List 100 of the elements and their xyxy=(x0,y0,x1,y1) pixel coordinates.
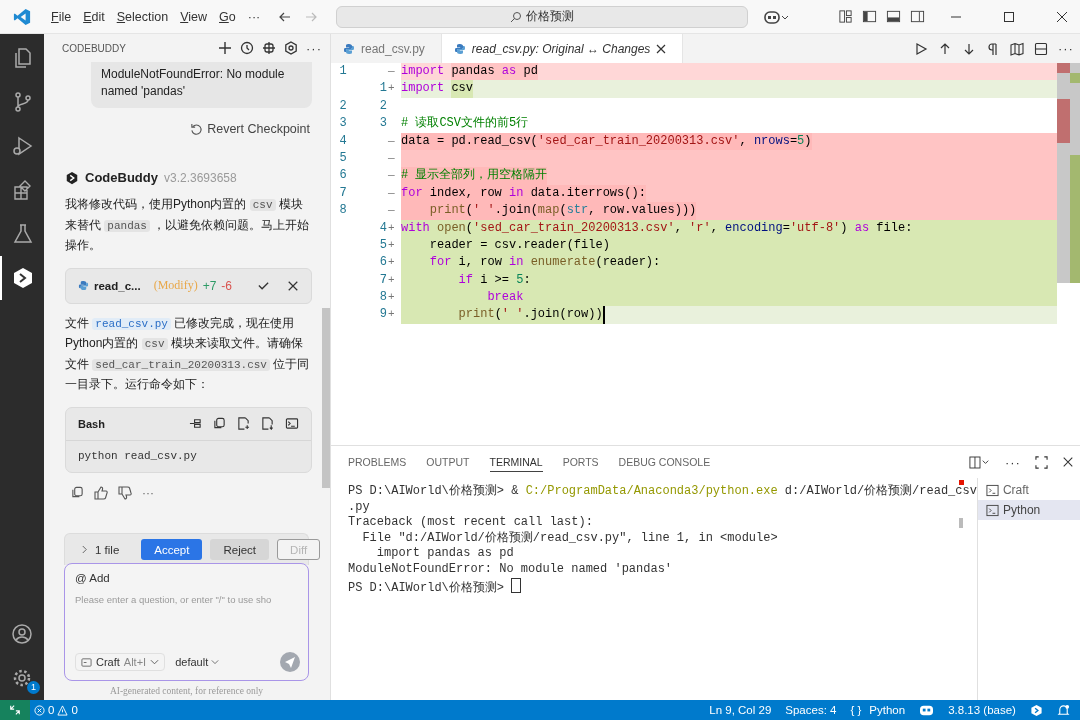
add-context-button[interactable]: @ Add xyxy=(75,572,300,584)
menu-item[interactable]: File xyxy=(45,9,78,24)
panel-tab[interactable]: TERMINAL xyxy=(489,452,543,472)
terminal-icon[interactable] xyxy=(285,417,299,430)
flask-icon xyxy=(11,222,35,246)
close-icon[interactable] xyxy=(656,43,667,54)
terminal-line: import pandas as pd xyxy=(375,546,515,562)
language-mode[interactable]: { } Python xyxy=(850,704,906,716)
terminal-line: .py xyxy=(348,499,371,516)
line-number: 5 xyxy=(339,149,347,167)
insert-icon[interactable] xyxy=(189,417,202,430)
model-dropdown[interactable]: default xyxy=(175,656,220,668)
bell-icon[interactable] xyxy=(1056,703,1070,717)
map-icon[interactable] xyxy=(1009,41,1024,56)
settings-icon[interactable] xyxy=(284,41,298,55)
copy-icon[interactable] xyxy=(71,486,84,499)
chat-input-field[interactable]: @ Add Please enter a question, or enter "/" to use sho Craft Alt+I default xyxy=(64,563,309,681)
maximize-icon[interactable] xyxy=(1002,10,1015,23)
maximize-panel-icon[interactable] xyxy=(1034,455,1048,469)
more-menu[interactable]: ··· xyxy=(241,9,267,24)
apply-file-icon[interactable] xyxy=(261,417,274,430)
sidebar-toggle-icon[interactable] xyxy=(861,9,877,24)
diff-sign: + xyxy=(388,237,395,253)
diff-sign: — xyxy=(388,168,395,184)
close-icon[interactable] xyxy=(1061,456,1074,468)
new-file-icon[interactable] xyxy=(237,417,250,430)
code-line: if i >= 5: xyxy=(457,271,531,289)
interpreter-version[interactable]: 3.8.13 (base) xyxy=(948,704,1016,716)
menu-item[interactable]: Selection xyxy=(110,9,175,24)
notification-badge: 1 xyxy=(27,681,40,694)
editor-tab[interactable]: read_csv.py: Original ↔ Changes xyxy=(441,34,684,63)
add-icon[interactable] xyxy=(218,41,232,55)
revert-checkpoint-button[interactable]: Revert Checkpoint xyxy=(65,122,310,136)
action-button[interactable]: Accept xyxy=(141,539,203,560)
split-editor-icon[interactable] xyxy=(1033,41,1048,56)
remote-button[interactable] xyxy=(0,700,30,720)
account-icon[interactable] xyxy=(10,622,34,646)
action-button[interactable]: Reject xyxy=(210,539,270,560)
run-icon[interactable] xyxy=(913,41,928,56)
line-number: 2 xyxy=(379,97,387,115)
panel-tab[interactable]: OUTPUT xyxy=(426,452,470,472)
terminal-line: Traceback (most recent call last): xyxy=(348,515,594,531)
secondary-sidebar-icon[interactable] xyxy=(909,9,925,24)
diff-sign: — xyxy=(388,185,395,201)
check-icon[interactable] xyxy=(257,279,270,292)
panel-tab[interactable]: PORTS xyxy=(562,452,599,472)
thumbs-down-icon[interactable] xyxy=(118,485,132,500)
layout-icon[interactable] xyxy=(837,9,853,24)
code-line: for index, row in data.iterrows(): xyxy=(401,184,646,203)
more-button[interactable]: ··· xyxy=(142,485,154,500)
python-file-icon xyxy=(453,42,466,55)
file-link[interactable]: read_csv.py xyxy=(92,317,171,330)
plugin-icon[interactable] xyxy=(262,41,276,55)
file-change-card[interactable]: read_c... (Modify) +7 -6 xyxy=(65,267,312,304)
more-button[interactable]: ··· xyxy=(1057,41,1074,56)
pilcrow-icon[interactable] xyxy=(985,41,1000,56)
terminal-line: PS D:\AIWorld\价格预测> & C:/ProgramData/Anaconda3/python.exe d:/AIWorld/价格预测/read_csv xyxy=(348,484,977,500)
line-number: 8 xyxy=(379,289,387,307)
mode-dropdown[interactable]: Craft Alt+I xyxy=(75,653,166,671)
indentation[interactable]: Spaces: 4 xyxy=(785,704,837,716)
menu-item[interactable]: Go xyxy=(213,9,242,24)
terminal-item[interactable]: Python xyxy=(977,500,1080,520)
problems-indicator[interactable]: 0 0 xyxy=(34,704,78,716)
files-toggle[interactable]: 1 file xyxy=(81,543,120,556)
terminal-item[interactable]: Craft xyxy=(977,480,1080,500)
panel-tab[interactable]: PROBLEMS xyxy=(348,452,407,472)
line-number: 5 xyxy=(379,236,387,254)
panel-toggle-icon[interactable] xyxy=(885,9,901,24)
terminal-line: ModuleNotFoundError: No module named 'pandas' xyxy=(348,561,674,578)
panel-tab[interactable]: DEBUG CONSOLE xyxy=(618,452,711,472)
code-line: break xyxy=(486,289,524,307)
code-line: print(' '.join(map(str, row.values))) xyxy=(401,202,697,220)
codebuddy-logo-icon[interactable] xyxy=(1029,703,1043,717)
code-line: print(' '.join(row)) xyxy=(401,306,603,324)
copilot-icon[interactable] xyxy=(764,8,791,25)
line-number: 4 xyxy=(379,219,387,237)
diff-sign: + xyxy=(388,81,395,97)
close-icon[interactable] xyxy=(287,279,299,292)
scrollbar-thumb[interactable] xyxy=(322,308,330,488)
change-action: (Modify) xyxy=(153,278,198,293)
thumbs-up-icon[interactable] xyxy=(94,485,108,500)
file-name: read_c... xyxy=(94,279,141,292)
code-line: data = pd.read_csv('sed_car_train_20200313.csv', nrows=5) xyxy=(401,132,812,150)
close-icon[interactable] xyxy=(1055,10,1068,23)
menu-item[interactable]: Edit xyxy=(77,9,111,24)
menu-item[interactable]: View xyxy=(174,9,214,24)
more-button[interactable]: ··· xyxy=(1004,454,1021,470)
command-search-field[interactable]: 价格预测 xyxy=(336,5,749,28)
remote-icon xyxy=(9,704,21,716)
terminal-icon xyxy=(985,503,999,517)
cursor-position[interactable]: Ln 9, Col 29 xyxy=(709,704,772,716)
more-button[interactable]: ··· xyxy=(306,40,322,56)
folder-icon xyxy=(81,656,92,668)
command-text: python read_csv.py xyxy=(77,448,198,464)
copilot-icon[interactable] xyxy=(919,703,935,717)
copy-icon[interactable] xyxy=(213,417,226,430)
terminal-line: PS D:\AIWorld\价格预测> xyxy=(348,577,977,597)
search-icon xyxy=(510,10,523,23)
history-icon[interactable] xyxy=(240,41,254,55)
split-terminal-icon[interactable] xyxy=(968,455,991,469)
